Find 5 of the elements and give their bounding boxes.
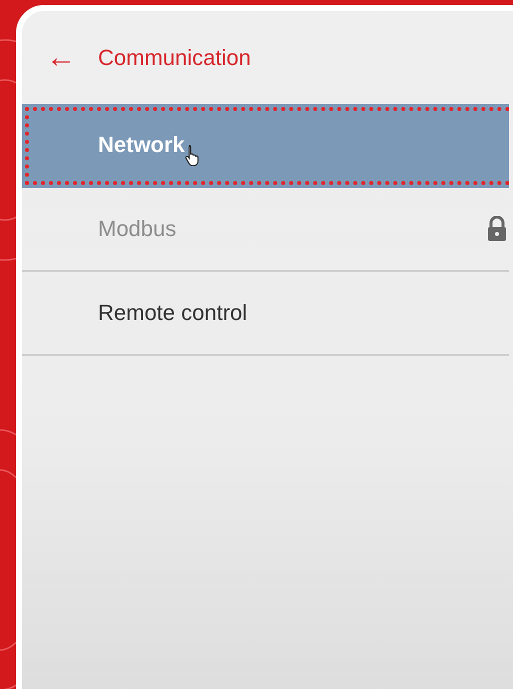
back-arrow[interactable]: ←	[46, 42, 76, 72]
hand-cursor-icon	[184, 144, 201, 166]
screen-title: Communication	[98, 44, 251, 70]
menu-item[interactable]: Remote control	[22, 272, 509, 356]
menu-item[interactable]: Network	[22, 104, 509, 188]
